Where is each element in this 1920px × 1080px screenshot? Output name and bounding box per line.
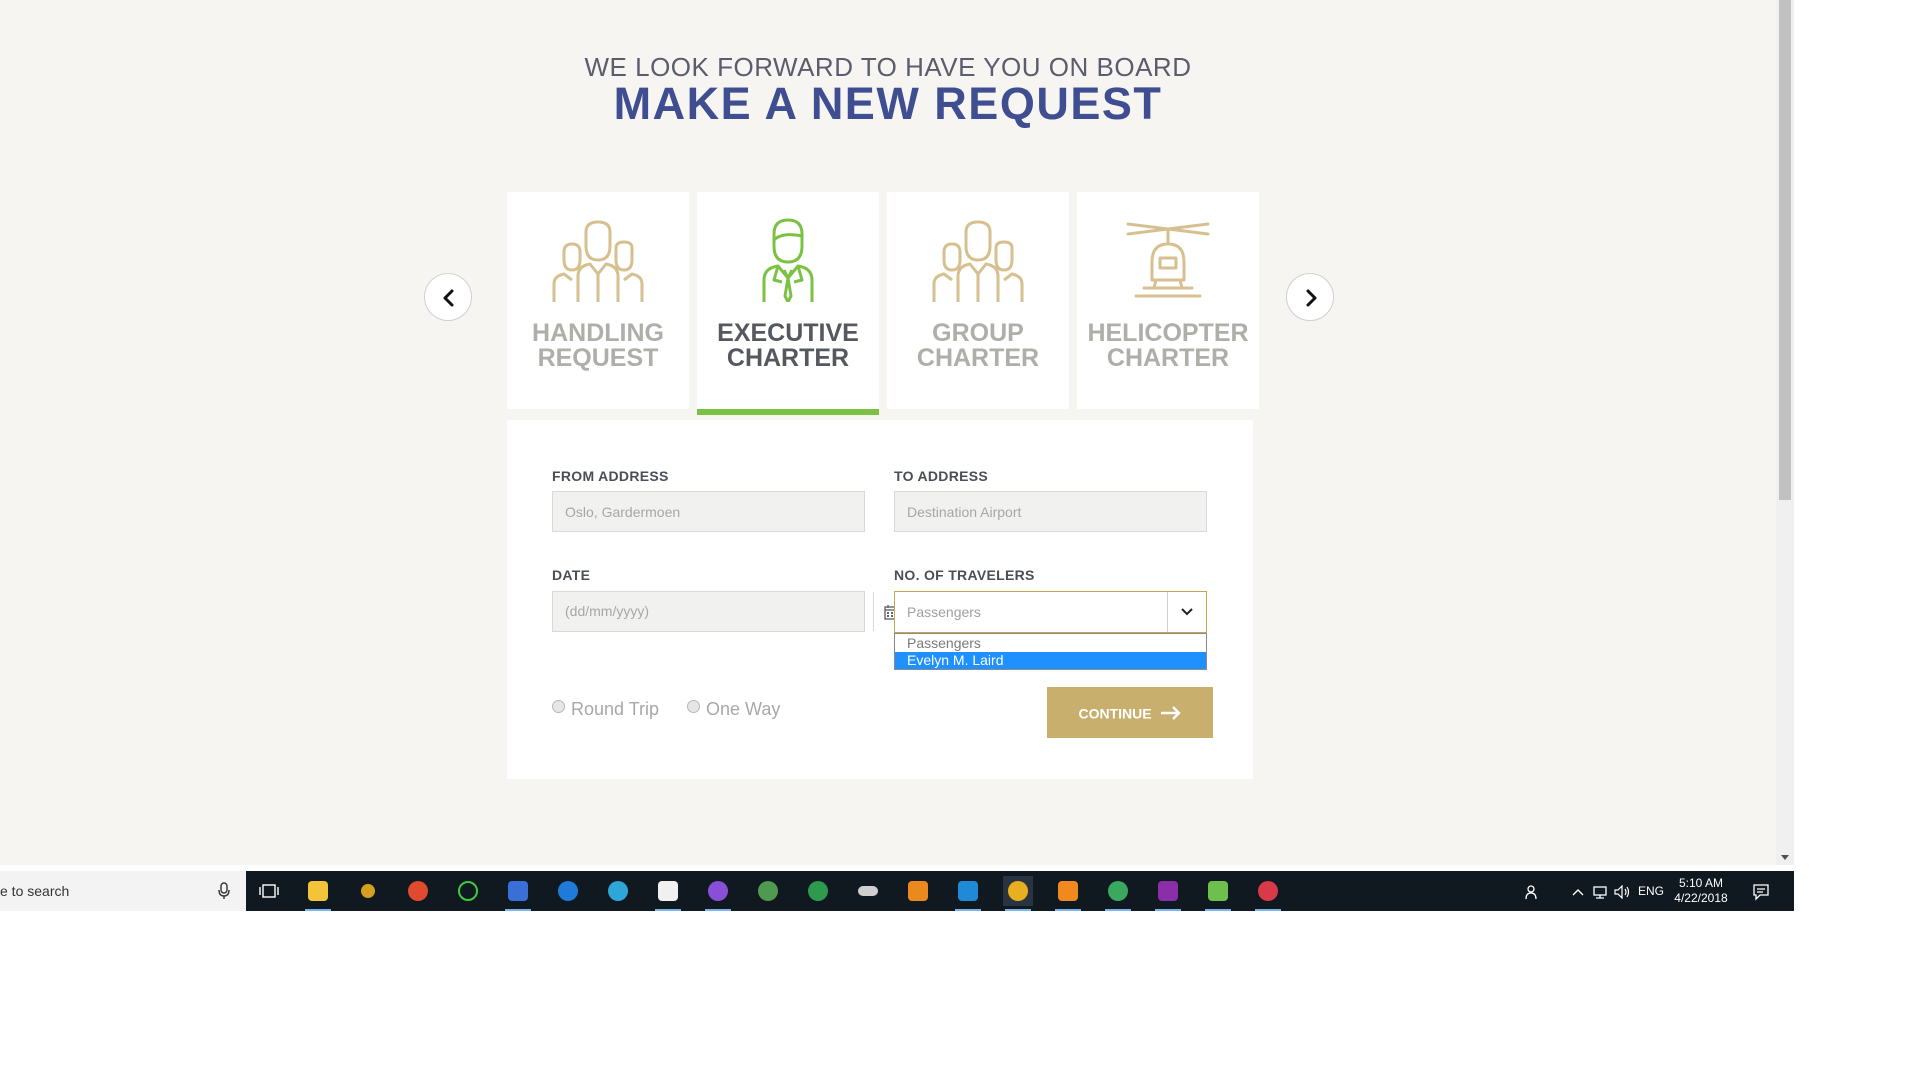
- sublime-text-icon[interactable]: [903, 876, 933, 906]
- radio-dot: [687, 700, 700, 713]
- dropdown-option-passengers[interactable]: Passengers: [895, 635, 1206, 652]
- clock-date: 4/22/2018: [1674, 891, 1728, 905]
- chrome-icon[interactable]: [1003, 876, 1033, 911]
- dropdown-option-evelyn[interactable]: Evelyn M. Laird: [895, 652, 1206, 669]
- microphone-icon[interactable]: [218, 882, 230, 900]
- card-label: HELICOPTER CHARTER: [1087, 319, 1249, 372]
- previous-arrow-button[interactable]: [424, 273, 472, 321]
- language-indicator[interactable]: ENG: [1638, 871, 1664, 911]
- to-address-input[interactable]: [894, 491, 1207, 532]
- orange-app-icon[interactable]: [1053, 876, 1083, 911]
- purple-app-icon[interactable]: [703, 876, 733, 911]
- from-address-input[interactable]: [552, 491, 865, 532]
- task-view-icon[interactable]: [254, 876, 284, 906]
- arrow-right-icon: [1160, 706, 1181, 720]
- card-executive-charter[interactable]: EXECUTIVE CHARTER: [697, 192, 879, 415]
- card-label: GROUP CHARTER: [916, 319, 1040, 372]
- request-form: FROM ADDRESS TO ADDRESS DATE (dd/mm/yyyy…: [507, 420, 1253, 779]
- continue-label: CONTINUE: [1078, 705, 1152, 722]
- show-hidden-icons-icon[interactable]: [1572, 871, 1584, 911]
- card-label: EXECUTIVE CHARTER: [717, 319, 859, 372]
- group-people-icon: [932, 220, 1024, 302]
- continue-button[interactable]: CONTINUE: [1047, 687, 1213, 738]
- card-group-charter[interactable]: GROUP CHARTER: [887, 192, 1069, 409]
- group-people-icon: [552, 220, 644, 302]
- request-page: WE LOOK FORWARD TO HAVE YOU ON BOARD MAK…: [0, 0, 1776, 865]
- action-center-icon[interactable]: [1752, 871, 1770, 911]
- card-handling-request[interactable]: HANDLING REQUEST: [507, 192, 689, 409]
- calendar-app-icon[interactable]: [503, 876, 533, 911]
- date-label: DATE: [552, 567, 591, 583]
- from-address-label: FROM ADDRESS: [552, 468, 669, 484]
- teamviewer-icon[interactable]: [553, 876, 583, 906]
- page-title: MAKE A NEW REQUEST: [613, 78, 1163, 129]
- date-placeholder: (dd/mm/yyyy): [565, 603, 649, 619]
- green-app-icon[interactable]: [453, 876, 483, 906]
- scroll-down-arrow-icon[interactable]: [1781, 855, 1789, 860]
- file-explorer-icon[interactable]: [303, 876, 333, 911]
- card-label: HANDLING REQUEST: [532, 319, 664, 372]
- slides-app-icon[interactable]: [653, 876, 683, 911]
- chevron-left-icon: [443, 289, 454, 307]
- executive-person-icon: [762, 218, 814, 302]
- chevron-right-icon: [1306, 289, 1317, 307]
- android-studio-icon[interactable]: [753, 876, 783, 906]
- taskbar-search-box[interactable]: e to search: [0, 871, 246, 911]
- taskbar-clock[interactable]: 5:10 AM 4/22/2018: [1666, 876, 1736, 906]
- notepad-icon[interactable]: [1203, 876, 1233, 911]
- helicopter-icon: [1126, 222, 1210, 298]
- onenote-icon[interactable]: [1153, 876, 1183, 911]
- date-input[interactable]: (dd/mm/yyyy): [552, 591, 900, 632]
- chevron-down-icon: [1181, 608, 1193, 616]
- keys-app-icon[interactable]: [353, 876, 383, 906]
- xbox-app-icon[interactable]: [803, 876, 833, 906]
- travelers-dropdown: Passengers Evelyn M. Laird: [894, 633, 1207, 670]
- xbox-app-icon-2[interactable]: [1103, 876, 1133, 911]
- clock-time: 5:10 AM: [1678, 876, 1724, 890]
- taskbar-search-text: e to search: [0, 883, 70, 899]
- select-toggle[interactable]: [1167, 592, 1206, 632]
- next-arrow-button[interactable]: [1286, 273, 1334, 321]
- travelers-label: NO. OF TRAVELERS: [894, 567, 1035, 583]
- to-address-label: TO ADDRESS: [894, 468, 989, 484]
- vscode-icon[interactable]: [953, 876, 983, 911]
- round-trip-radio[interactable]: Round Trip: [552, 699, 659, 720]
- volume-icon[interactable]: [1614, 871, 1630, 911]
- travelers-selected-value: Passengers: [907, 604, 981, 620]
- radio-dot: [552, 700, 565, 713]
- people-icon[interactable]: [1525, 871, 1541, 911]
- scrollbar-thumb[interactable]: [1779, 0, 1791, 500]
- windows-taskbar: e to search ENG 5:10 AM 4/22/2018: [0, 871, 1794, 911]
- red-app-icon[interactable]: [1253, 876, 1283, 911]
- card-helicopter-charter[interactable]: HELICOPTER CHARTER: [1077, 192, 1259, 409]
- one-way-radio[interactable]: One Way: [687, 699, 780, 720]
- vr-app-icon[interactable]: [853, 876, 883, 906]
- twentyfour-app-icon[interactable]: [603, 876, 633, 906]
- vertical-scrollbar[interactable]: [1776, 0, 1794, 865]
- network-icon[interactable]: [1592, 871, 1608, 911]
- chrome-canary-icon[interactable]: [403, 876, 433, 906]
- travelers-select[interactable]: Passengers: [894, 591, 1207, 633]
